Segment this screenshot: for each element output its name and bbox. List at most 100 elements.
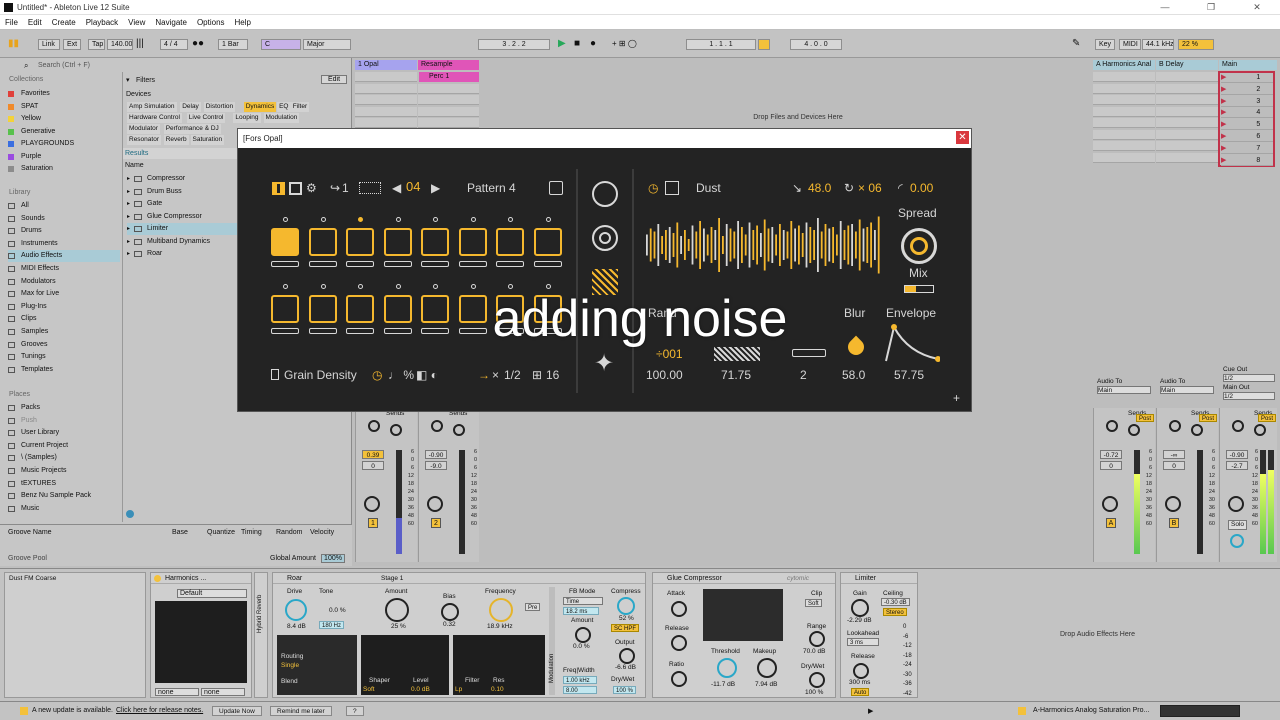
loop-length-field[interactable]: 4 . 0 . 0 [790,39,842,50]
collection-saturation[interactable]: Saturation [8,163,120,175]
steps-value[interactable]: 16 [546,368,559,382]
send-a-knob[interactable] [1169,420,1181,432]
step-pad[interactable] [308,228,337,256]
track-activator-knob[interactable] [1102,496,1118,512]
send-a-knob[interactable] [1106,420,1118,432]
track-activator-knob[interactable] [364,496,380,512]
place-music[interactable]: Music [8,503,120,515]
clip-slot[interactable] [418,118,479,128]
filter-select[interactable]: Lp [455,686,462,694]
menu-help[interactable]: Help [235,18,251,27]
clip-slot[interactable] [355,83,417,94]
audio-to-select[interactable]: Main [1160,386,1214,394]
play-icon[interactable]: ▶ [558,38,566,50]
quantize-select[interactable]: 1 Bar [218,39,248,50]
dust-waveform[interactable] [646,213,886,277]
library-grooves[interactable]: Grooves [8,339,120,351]
param-value-2[interactable]: 71.75 [721,368,751,382]
step-pad[interactable] [383,295,412,323]
scale-select[interactable]: Major [303,39,351,50]
pre-toggle[interactable]: Pre [525,603,541,611]
library-instruments[interactable]: Instruments [8,238,120,250]
rate-value[interactable]: 1/2 [504,368,521,382]
stereo-toggle[interactable]: Stereo [883,608,907,616]
scene-launch-icon[interactable]: ▶ [1221,145,1226,152]
scene-launch-icon[interactable]: ▶ [1221,86,1226,93]
scene-3[interactable]: ▶ 3 [1221,97,1273,107]
param-value-1[interactable]: 100.00 [646,368,683,382]
attack-knob[interactable] [671,601,687,617]
filter-chip-hardware-control[interactable]: Hardware Control [127,113,182,123]
scene-launch-icon[interactable]: ▶ [1221,157,1226,164]
menu-navigate[interactable]: Navigate [155,18,187,27]
cue-out-select[interactable]: 1/2 [1223,374,1275,382]
harmonics-title[interactable]: Harmonics ... [151,573,251,584]
param-value-5[interactable]: 57.75 [894,368,924,382]
slope-value[interactable]: 0.00 [910,181,933,195]
send-b-knob[interactable] [1191,424,1203,436]
drive-knob[interactable] [285,599,307,621]
send-b-knob[interactable] [1128,424,1140,436]
place-music-projects[interactable]: Music Projects [8,465,120,477]
filter-chip-reverb[interactable]: Reverb [163,135,189,145]
place-textures[interactable]: tEXTURES [8,478,120,490]
track-activator-knob[interactable] [1228,496,1244,512]
scene-4[interactable]: ▶ 4 [1221,108,1273,119]
stop-icon[interactable]: ■ [574,38,580,50]
send-a-knob[interactable] [1232,420,1244,432]
feedback-width-field[interactable]: 8.00 [563,686,597,694]
remind-later-button[interactable]: Remind me later [270,706,332,716]
mixer-view-icon[interactable] [289,182,302,195]
track-header-opal[interactable]: 1 Opal [355,60,417,70]
mix-slider[interactable] [904,285,934,293]
menu-file[interactable]: File [5,18,18,27]
grid-view-icon[interactable] [272,182,285,195]
library-clips[interactable]: Clips [8,313,120,325]
dust-wave-icon[interactable] [665,181,679,195]
track-number-button[interactable]: 2 [431,518,441,528]
grain-density-label[interactable]: Grain Density [284,368,357,382]
resonator-module-icon[interactable] [592,225,618,251]
step-pad[interactable] [308,295,337,323]
return-header-b[interactable]: B Delay [1156,60,1218,70]
send-a-knob[interactable] [431,420,443,432]
library-max-for-live[interactable]: Max for Live [8,288,120,300]
collection-generative[interactable]: Generative [8,126,120,138]
scene-5[interactable]: ▶ 5 [1221,120,1273,131]
note-icon[interactable]: ♩ % [388,368,414,382]
pattern-name[interactable]: Pattern 4 [467,181,516,195]
time-signature-field[interactable]: 4 / 4 [160,39,188,50]
res-value[interactable]: 0.10 [491,686,504,694]
ratio-knob[interactable] [671,671,687,687]
place-push[interactable]: Push [8,415,120,427]
key-select[interactable]: C [261,39,301,50]
level-value[interactable]: 0.0 dB [411,686,430,694]
routing-select[interactable]: Single [281,662,299,670]
menu-create[interactable]: Create [52,18,76,27]
step-dot[interactable] [470,217,476,222]
limiter-title[interactable]: Limiter [841,573,917,584]
preview-icon[interactable] [126,510,134,518]
limiter-release-knob[interactable] [853,663,869,679]
fb-mode-select[interactable]: Time [563,597,603,605]
step-pad[interactable] [271,295,299,323]
close-icon[interactable]: ✕ [956,131,969,144]
filter-chip-dynamics[interactable]: Dynamics [243,102,277,112]
tap-button[interactable]: Tap [88,39,105,50]
scene-launch-icon[interactable]: ▶ [1221,74,1226,81]
release-notes-link[interactable]: Click here for release notes. [116,707,203,714]
preset-select[interactable]: Default [177,589,247,598]
key-map-button[interactable]: Key [1095,39,1115,50]
sidechain-select-1[interactable]: none [155,688,199,696]
step-dot[interactable] [358,284,363,289]
fb-time-field[interactable]: 18.2 ms [563,607,599,615]
track-number-button[interactable]: B [1169,518,1179,528]
roar-title[interactable]: Roar [273,573,645,584]
step-velocity-bar[interactable] [308,328,337,334]
param-value-4[interactable]: 58.0 [842,368,865,382]
collection-purple[interactable]: Purple [8,151,120,163]
step-velocity-bar[interactable] [271,261,299,267]
menu-options[interactable]: Options [197,18,225,27]
place-current-project[interactable]: Current Project [8,440,120,452]
output-knob[interactable] [619,648,635,664]
